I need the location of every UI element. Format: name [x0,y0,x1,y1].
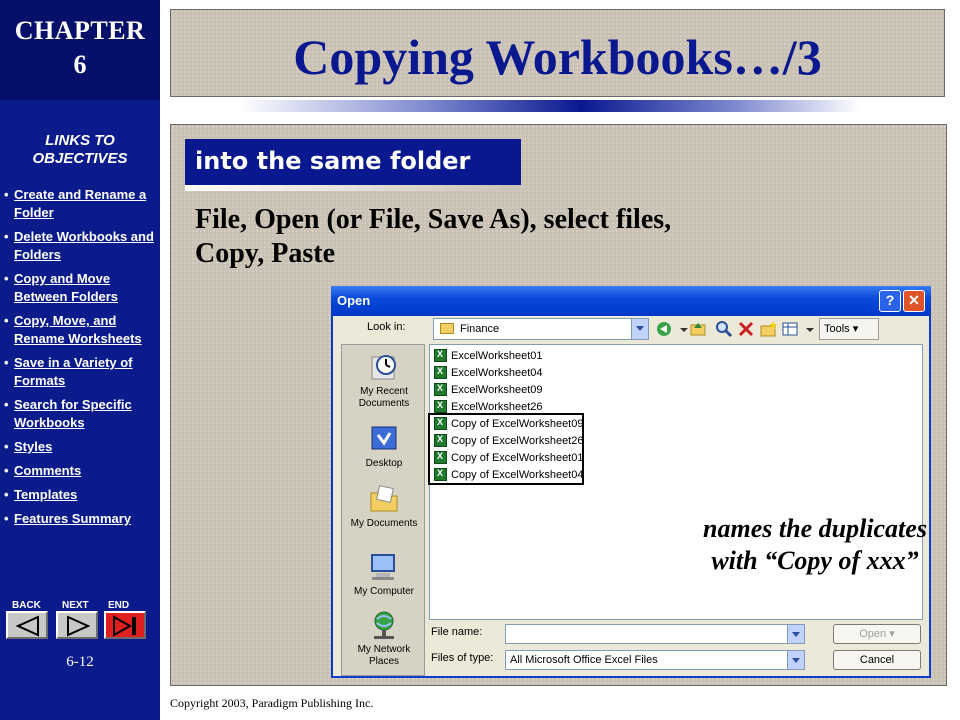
file-list: ExcelWorksheet01 ExcelWorksheet04 ExcelW… [428,344,927,620]
desktop-icon [371,426,397,450]
objective-link-worksheets[interactable]: • Copy, Move, and Rename Worksheets [4,312,158,348]
place-my-recent-documents[interactable]: My Recent Documents [342,351,426,410]
chapter-label: CHAPTER [14,16,146,45]
objective-link-delete[interactable]: • Delete Workbooks and Folders [4,228,158,264]
close-icon: ✕ [908,292,920,308]
files-of-type-dropdown[interactable]: All Microsoft Office Excel Files [505,650,805,670]
my-documents-icon [370,485,398,512]
open-dialog: Open ? ✕ Look in: Finance Tools ▾ My Rec… [331,286,931,678]
file-item[interactable]: ExcelWorksheet04 [434,364,543,381]
instruction-text: File, Open (or File, Save As), select fi… [195,203,935,271]
place-label: My Computer [353,586,414,597]
end-label: END [108,600,130,611]
excel-file-icon [434,366,447,379]
next-button[interactable] [56,611,98,639]
excel-file-icon [434,400,447,413]
chevron-down-icon[interactable] [631,319,648,339]
arrow-left-icon [15,615,39,637]
copied-files-highlight [428,413,584,485]
page-number: 6-12 [66,654,94,670]
file-item[interactable]: ExcelWorksheet01 [434,347,543,364]
place-label: Desktop [365,458,403,469]
place-my-computer[interactable]: My Computer [342,551,426,598]
look-in-value: Finance [460,323,500,335]
objective-link-features-summary[interactable]: • Features Summary [4,510,158,528]
dialog-titlebar: Open ? ✕ [331,286,931,316]
arrow-right-icon [67,615,91,637]
instruction-line-1: File, Open (or File, Save As), select fi… [195,204,672,235]
objective-link-comments[interactable]: • Comments [4,462,158,480]
back-icon[interactable] [655,320,673,338]
end-button[interactable] [104,611,146,639]
objective-link-create-rename[interactable]: • Create and Rename a Folder [4,186,158,222]
place-label: My Documents [350,518,418,529]
slide-title: Copying Workbooks…/3 [293,29,822,85]
help-icon: ? [885,292,895,308]
places-bar: My Recent Documents Desktop My Documents… [341,344,425,676]
links-heading: LINKS TO OBJECTIVES [32,132,128,167]
network-icon [374,611,394,639]
dialog-title: Open [337,293,371,308]
copyright-notice: Copyright 2003, Paradigm Publishing Inc. [170,696,374,710]
place-desktop[interactable]: Desktop [342,423,426,470]
cancel-button[interactable]: Cancel [833,650,921,670]
callout-line-1: names the duplicates [703,514,927,543]
help-button[interactable]: ? [879,290,901,312]
title-underline [240,100,860,112]
objective-link-styles[interactable]: • Styles [4,438,158,456]
file-item[interactable]: ExcelWorksheet09 [434,381,543,398]
chevron-down-icon[interactable] [787,651,804,669]
up-folder-icon[interactable] [689,320,707,338]
end-icon [113,615,136,637]
dialog-toolbar: Tools ▾ [655,318,925,340]
delete-icon[interactable] [737,320,755,338]
objective-link-copy-move[interactable]: • Copy and Move Between Folders [4,270,158,306]
chapter-number: 6 [73,50,87,79]
callout-line-2: with “Copy of xxx” [711,546,919,575]
excel-file-icon [434,383,447,396]
title-banner: Copying Workbooks…/3 [170,9,945,97]
new-folder-icon[interactable] [759,320,777,338]
files-of-type-label: Files of type: [431,652,494,664]
objective-links: • Create and Rename a Folder • Delete Work… [4,186,158,534]
back-button[interactable] [6,611,48,639]
search-web-icon[interactable] [715,320,733,338]
folder-icon [440,323,454,334]
views-icon[interactable] [781,320,799,338]
sidebar: CHAPTER 6 LINKS TO OBJECTIVES • Create an… [0,0,160,720]
chevron-down-icon[interactable] [787,625,804,643]
objective-link-search[interactable]: • Search for Specific Workbooks [4,396,158,432]
objective-link-templates[interactable]: • Templates [4,486,158,504]
place-label: My Network Places [357,644,411,667]
place-label: My Recent Documents [358,386,410,409]
clock-icon [371,355,396,380]
objective-link-save-formats[interactable]: • Save in a Variety of Formats [4,354,158,390]
back-label: BACK [12,600,41,611]
look-in-label: Look in: [367,321,406,333]
chapter-header: CHAPTER 6 [0,0,160,100]
look-in-dropdown[interactable]: Finance [433,318,649,340]
next-label: NEXT [62,600,89,611]
tools-menu-button[interactable]: Tools ▾ [819,318,879,340]
tools-label: Tools [824,323,850,335]
file-name-input[interactable] [505,624,805,644]
file-name-label: File name: [431,626,483,638]
subheading: into the same folder [185,139,521,185]
open-button[interactable]: Open ▾ [833,624,921,644]
duplicate-names-callout: names the duplicates with “Copy of xxx” [660,513,960,577]
excel-file-icon [434,349,447,362]
instruction-line-2: Copy, Paste [195,238,335,269]
place-my-documents[interactable]: My Documents [342,483,426,530]
close-button[interactable]: ✕ [903,290,925,312]
computer-icon [371,554,395,580]
views-dropdown-icon[interactable] [801,320,819,338]
place-my-network-places[interactable]: My Network Places [342,609,426,668]
